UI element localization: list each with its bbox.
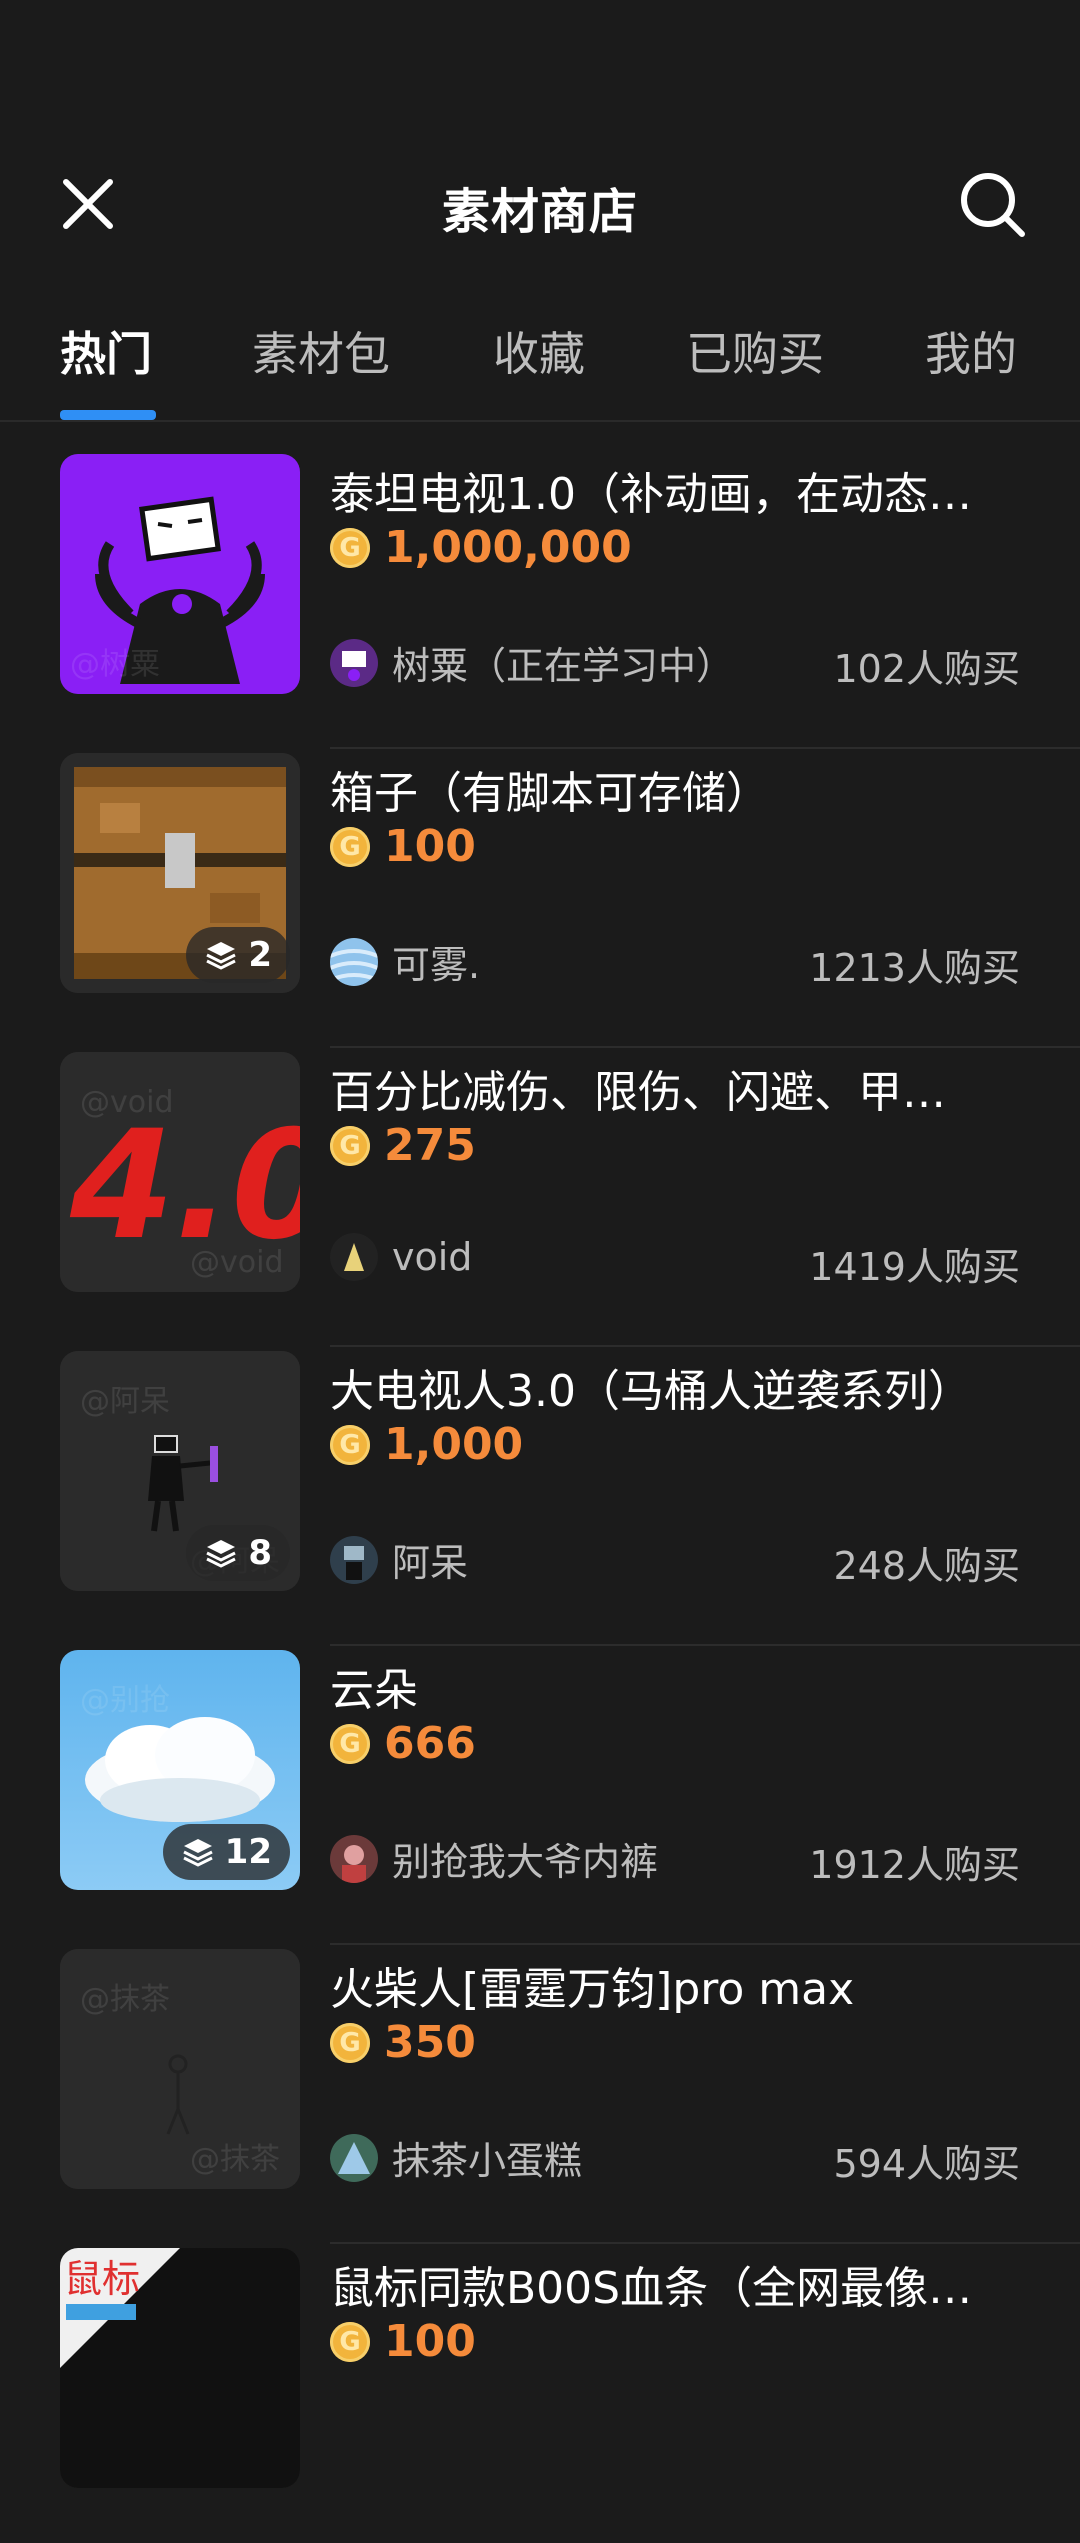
price-value: 100 (384, 821, 476, 872)
layers-count: 8 (248, 1533, 272, 1573)
item-price: G 100 (330, 2316, 476, 2367)
item-title: 鼠标同款B00S血条（全网最像… (330, 2263, 973, 2314)
coin-icon: G (330, 1424, 370, 1465)
item-thumbnail: 鼠标 (60, 2248, 300, 2488)
layers-count: 12 (224, 1832, 272, 1872)
item-price: G 100 (330, 821, 476, 872)
item-title: 大电视人3.0（马桶人逆袭系列） (330, 1366, 972, 1417)
tab-hot[interactable]: 热门 (60, 318, 152, 384)
purchase-count: 594人购买 (833, 2142, 1020, 2186)
tab-favorites[interactable]: 收藏 (493, 318, 585, 384)
tab-packs[interactable]: 素材包 (252, 318, 390, 384)
purchase-count: 1912人购买 (809, 1843, 1020, 1887)
avatar (330, 1535, 378, 1584)
list-item[interactable]: 4.0 @void @void 百分比减伤、限伤、闪避、甲… G 275 voi… (0, 1048, 1080, 1347)
svg-text:@别抢: @别抢 (80, 1683, 170, 1718)
purchase-count: 102人购买 (833, 647, 1020, 691)
author[interactable]: 树粟（正在学习中） (330, 635, 734, 690)
price-value: 350 (384, 2017, 476, 2068)
author-name: 阿呆 (392, 1541, 469, 1585)
list-item[interactable]: @阿呆 @阿呆 8 大电视人3.0（马桶人逆袭系列） G 1,000 阿呆 (0, 1347, 1080, 1646)
item-thumbnail: @抹茶 @抹茶 (60, 1949, 300, 2189)
active-tab-indicator (60, 410, 156, 420)
header: 素材商店 (0, 150, 1080, 260)
author[interactable]: 阿呆 (330, 1532, 468, 1587)
price-value: 275 (384, 1120, 476, 1171)
price-value: 100 (384, 2316, 476, 2367)
item-title: 云朵 (330, 1665, 418, 1716)
layers-badge: 2 (186, 927, 290, 983)
list-item[interactable]: @别抢 12 云朵 G 666 别抢我大爷内裤 1912人购买 (0, 1646, 1080, 1945)
tab-mine[interactable]: 我的 (925, 318, 1017, 384)
avatar (330, 2133, 378, 2182)
item-thumbnail: 2 (60, 753, 300, 993)
purchase-count: 1419人购买 (809, 1245, 1020, 1289)
item-price: G 1,000 (330, 1419, 523, 1470)
author-name: void (392, 1235, 473, 1279)
coin-icon: G (330, 1125, 370, 1166)
layers-icon (206, 1540, 236, 1568)
purchase-count: 1213人购买 (809, 946, 1020, 990)
avatar (330, 1834, 378, 1883)
price-value: 1,000,000 (384, 522, 632, 573)
item-title: 箱子（有脚本可存储） (330, 768, 770, 819)
svg-text:@void: @void (190, 1245, 284, 1280)
author[interactable]: 抹茶小蛋糕 (330, 2130, 582, 2185)
layers-icon (206, 942, 236, 970)
search-icon (961, 173, 1025, 237)
item-thumbnail: 4.0 @void @void (60, 1052, 300, 1292)
svg-text:@树粟: @树粟 (70, 647, 160, 682)
layers-badge: 12 (162, 1824, 290, 1880)
author[interactable]: void (330, 1233, 472, 1281)
item-thumbnail: @别抢 12 (60, 1650, 300, 1890)
svg-text:@void: @void (80, 1085, 174, 1120)
avatar (330, 638, 378, 687)
layers-icon (183, 1839, 213, 1867)
tabs-divider (0, 420, 1080, 422)
coin-icon: G (330, 826, 370, 867)
svg-text:@抹茶: @抹茶 (190, 2142, 280, 2177)
list-item[interactable]: 鼠标 鼠标同款B00S血条（全网最像… G 100 (0, 2244, 1080, 2543)
item-title: 泰坦电视1.0（补动画，在动态… (330, 469, 972, 520)
item-price: G 350 (330, 2017, 476, 2068)
item-title: 百分比减伤、限伤、闪避、甲… (330, 1067, 946, 1118)
asset-list: @树粟 泰坦电视1.0（补动画，在动态… G 1,000,000 树粟（正在学习… (0, 450, 1080, 2543)
list-item[interactable]: 2 箱子（有脚本可存储） G 100 可雾. 1213人购买 (0, 749, 1080, 1048)
author-name: 可雾. (392, 943, 481, 987)
page-title: 素材商店 (441, 184, 638, 240)
tab-bar: 热门 素材包 收藏 已购买 我的 (0, 318, 1080, 418)
item-price: G 1,000,000 (330, 522, 632, 573)
author[interactable]: 别抢我大爷内裤 (330, 1831, 658, 1886)
tab-purchased[interactable]: 已购买 (686, 318, 824, 384)
item-price: G 275 (330, 1120, 476, 1171)
coin-icon: G (330, 2022, 370, 2063)
thumb-text: 鼠标 (64, 2257, 140, 2301)
coin-icon: G (330, 2321, 370, 2362)
author-name: 别抢我大爷内裤 (392, 1840, 659, 1884)
search-button[interactable] (956, 168, 1028, 240)
author-name: 树粟（正在学习中） (392, 644, 735, 688)
coin-icon: G (330, 1723, 370, 1764)
svg-text:@抹茶: @抹茶 (80, 1982, 170, 2017)
price-value: 1,000 (384, 1419, 524, 1470)
author-name: 抹茶小蛋糕 (392, 2139, 583, 2183)
coin-icon: G (330, 527, 370, 568)
avatar (330, 1233, 378, 1281)
price-value: 666 (384, 1718, 476, 1769)
svg-text:@阿呆: @阿呆 (80, 1384, 170, 1419)
layers-count: 2 (248, 935, 272, 975)
author[interactable]: 可雾. (330, 934, 480, 989)
list-item[interactable]: @树粟 泰坦电视1.0（补动画，在动态… G 1,000,000 树粟（正在学习… (0, 450, 1080, 749)
item-thumbnail: @树粟 (60, 454, 300, 694)
layers-badge: 8 (186, 1525, 290, 1581)
avatar (330, 937, 378, 986)
item-thumbnail: @阿呆 @阿呆 8 (60, 1351, 300, 1591)
list-item[interactable]: @抹茶 @抹茶 火柴人[雷霆万钧]pro max G 350 抹茶小蛋糕 594… (0, 1945, 1080, 2244)
item-price: G 666 (330, 1718, 476, 1769)
purchase-count: 248人购买 (833, 1544, 1020, 1588)
item-title: 火柴人[雷霆万钧]pro max (330, 1964, 855, 2015)
